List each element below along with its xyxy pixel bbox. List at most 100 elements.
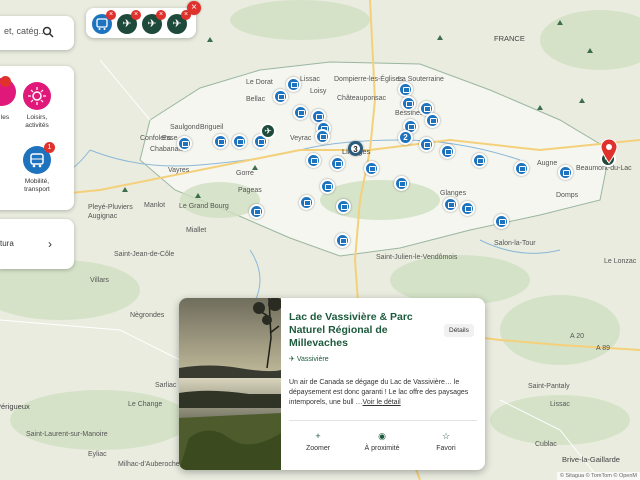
bus-stop-marker[interactable]	[177, 136, 192, 151]
place-label: Bellac	[246, 96, 266, 103]
nearby-button[interactable]: ◉ À proximité	[357, 430, 407, 452]
place-label: Saint-Pantaly	[528, 383, 570, 390]
map-attribution[interactable]: © Sitagua © TomTom © OpenM	[556, 472, 640, 480]
star-icon: ☆	[441, 431, 451, 441]
bus-stop-marker[interactable]	[460, 201, 475, 216]
sun-icon	[28, 87, 46, 105]
place-label: Lissac	[300, 76, 320, 83]
place-label: Le Grand Bourg	[179, 203, 229, 210]
clear-filters-button[interactable]: ×	[187, 1, 201, 15]
bus-stop-marker[interactable]	[425, 113, 440, 128]
plane-icon: ✈	[289, 356, 295, 363]
place-label: Saint-Jean-de-Côle	[114, 251, 175, 258]
place-description: Un air de Canada se dégage du Lac de Vas…	[289, 378, 477, 408]
filter-chip-plane[interactable]: ✈ ×	[167, 10, 191, 34]
marker-cluster[interactable]: 3	[348, 141, 363, 156]
bus-stop-marker[interactable]	[443, 197, 458, 212]
search-icon[interactable]	[42, 26, 54, 38]
bus-stop-marker[interactable]	[249, 204, 264, 219]
place-label: Vayres	[168, 167, 190, 174]
place-label: Saint-Laurent-sur-Manoire	[26, 431, 108, 438]
bus-stop-marker[interactable]	[394, 176, 409, 191]
place-label: Milhac-d'Auberoche	[118, 461, 180, 468]
place-location: ✈ Vassivière	[289, 355, 329, 363]
place-info-card: Lac de Vassivière & Parc Naturel Régiona…	[179, 298, 485, 470]
favorite-button[interactable]: ☆ Favori	[421, 430, 471, 452]
category-label: Loisirs, activités	[25, 114, 49, 129]
nearby-label: À proximité	[364, 445, 400, 452]
category-badge	[0, 76, 11, 87]
bus-stop-marker[interactable]	[558, 165, 573, 180]
filter-chip-plane[interactable]: ✈ ×	[142, 10, 166, 34]
place-label: Lissac	[550, 401, 570, 408]
filter-chip-plane[interactable]: ✈ ×	[117, 10, 141, 34]
bus-stop-marker[interactable]	[472, 153, 487, 168]
place-label: Veyrac	[290, 135, 312, 142]
category-panel: les Loisirs, activités 1 Mobilité, transpo…	[0, 66, 74, 210]
place-label: Le Lonzac	[604, 258, 637, 265]
bus-stop-marker[interactable]	[213, 134, 228, 149]
selected-location-pin[interactable]	[600, 138, 618, 164]
remove-filter-icon[interactable]: ×	[131, 10, 141, 20]
plane-marker[interactable]: ✈	[260, 123, 276, 139]
place-label: Gorre	[236, 170, 254, 177]
bus-stop-marker[interactable]	[315, 129, 330, 144]
plane-icon: ✈	[172, 18, 182, 30]
place-label: A 89	[596, 345, 611, 352]
eye-icon: ◉	[378, 431, 386, 441]
bus-stop-marker[interactable]	[398, 82, 413, 97]
bus-stop-marker[interactable]	[286, 77, 301, 92]
bus-stop-marker[interactable]	[494, 214, 509, 229]
bus-stop-marker[interactable]	[514, 161, 529, 176]
place-label: Cublac	[535, 441, 557, 448]
chevron-right-icon: ›	[48, 237, 52, 251]
bus-stop-marker[interactable]	[232, 134, 247, 149]
zoom-button[interactable]: + Zoomer	[293, 430, 343, 452]
bus-stop-marker[interactable]	[419, 137, 434, 152]
place-label: Loisy	[310, 88, 327, 95]
plus-icon: +	[315, 431, 321, 441]
bus-stop-marker[interactable]	[335, 233, 350, 248]
filter-chip-bus[interactable]: ×	[92, 10, 116, 34]
zoom-label: Zoomer	[305, 445, 331, 452]
bus-stop-marker[interactable]	[273, 89, 288, 104]
remove-filter-icon[interactable]: ×	[156, 10, 166, 20]
search-box[interactable]: et, catég...	[0, 16, 74, 50]
bus-stop-marker[interactable]	[401, 96, 416, 111]
place-label: Brive-la-Gaillarde	[562, 455, 620, 464]
remove-filter-icon[interactable]: ×	[106, 10, 116, 20]
see-detail-link[interactable]: Voir le détail	[363, 399, 401, 406]
place-label: Esse	[162, 135, 178, 142]
tours-menu-item[interactable]: tura ›	[0, 219, 74, 269]
place-label: Eyliac	[88, 451, 107, 458]
bus-stop-marker[interactable]	[440, 144, 455, 159]
category-label: Mobilité, transport	[24, 178, 50, 193]
details-button[interactable]: Détails	[444, 324, 474, 337]
category-leisure-button[interactable]	[23, 82, 51, 110]
search-input[interactable]: et, catég...	[4, 26, 46, 36]
card-divider	[289, 420, 477, 421]
location-label: Vassivière	[296, 356, 329, 363]
bus-stop-marker[interactable]	[364, 161, 379, 176]
place-label: Sarliac	[155, 382, 177, 389]
place-label: Villars	[90, 277, 109, 284]
marker-cluster[interactable]: 2	[398, 130, 413, 145]
bus-stop-marker[interactable]	[336, 199, 351, 214]
bus-stop-marker[interactable]	[320, 179, 335, 194]
place-label: Brigueil	[200, 124, 224, 131]
bus-stop-marker[interactable]	[293, 105, 308, 120]
place-label: FRANCE	[494, 34, 525, 43]
place-photo	[179, 298, 281, 470]
active-filters-bar: × ✈ × ✈ × ✈ ×	[86, 8, 196, 38]
place-label: Glanges	[440, 190, 467, 197]
favorite-label: Favori	[436, 445, 456, 452]
bus-stop-marker[interactable]	[299, 195, 314, 210]
place-label: A 20	[570, 333, 585, 340]
place-label: Augne	[537, 160, 558, 167]
bus-stop-marker[interactable]	[330, 156, 345, 171]
tours-label: tura	[0, 239, 14, 248]
place-label: Dompierre-les-Églises	[334, 76, 403, 83]
place-title: Lac de Vassivière & Parc Naturel Régiona…	[289, 311, 413, 349]
place-label: Périgueux	[0, 402, 30, 411]
bus-stop-marker[interactable]	[306, 153, 321, 168]
